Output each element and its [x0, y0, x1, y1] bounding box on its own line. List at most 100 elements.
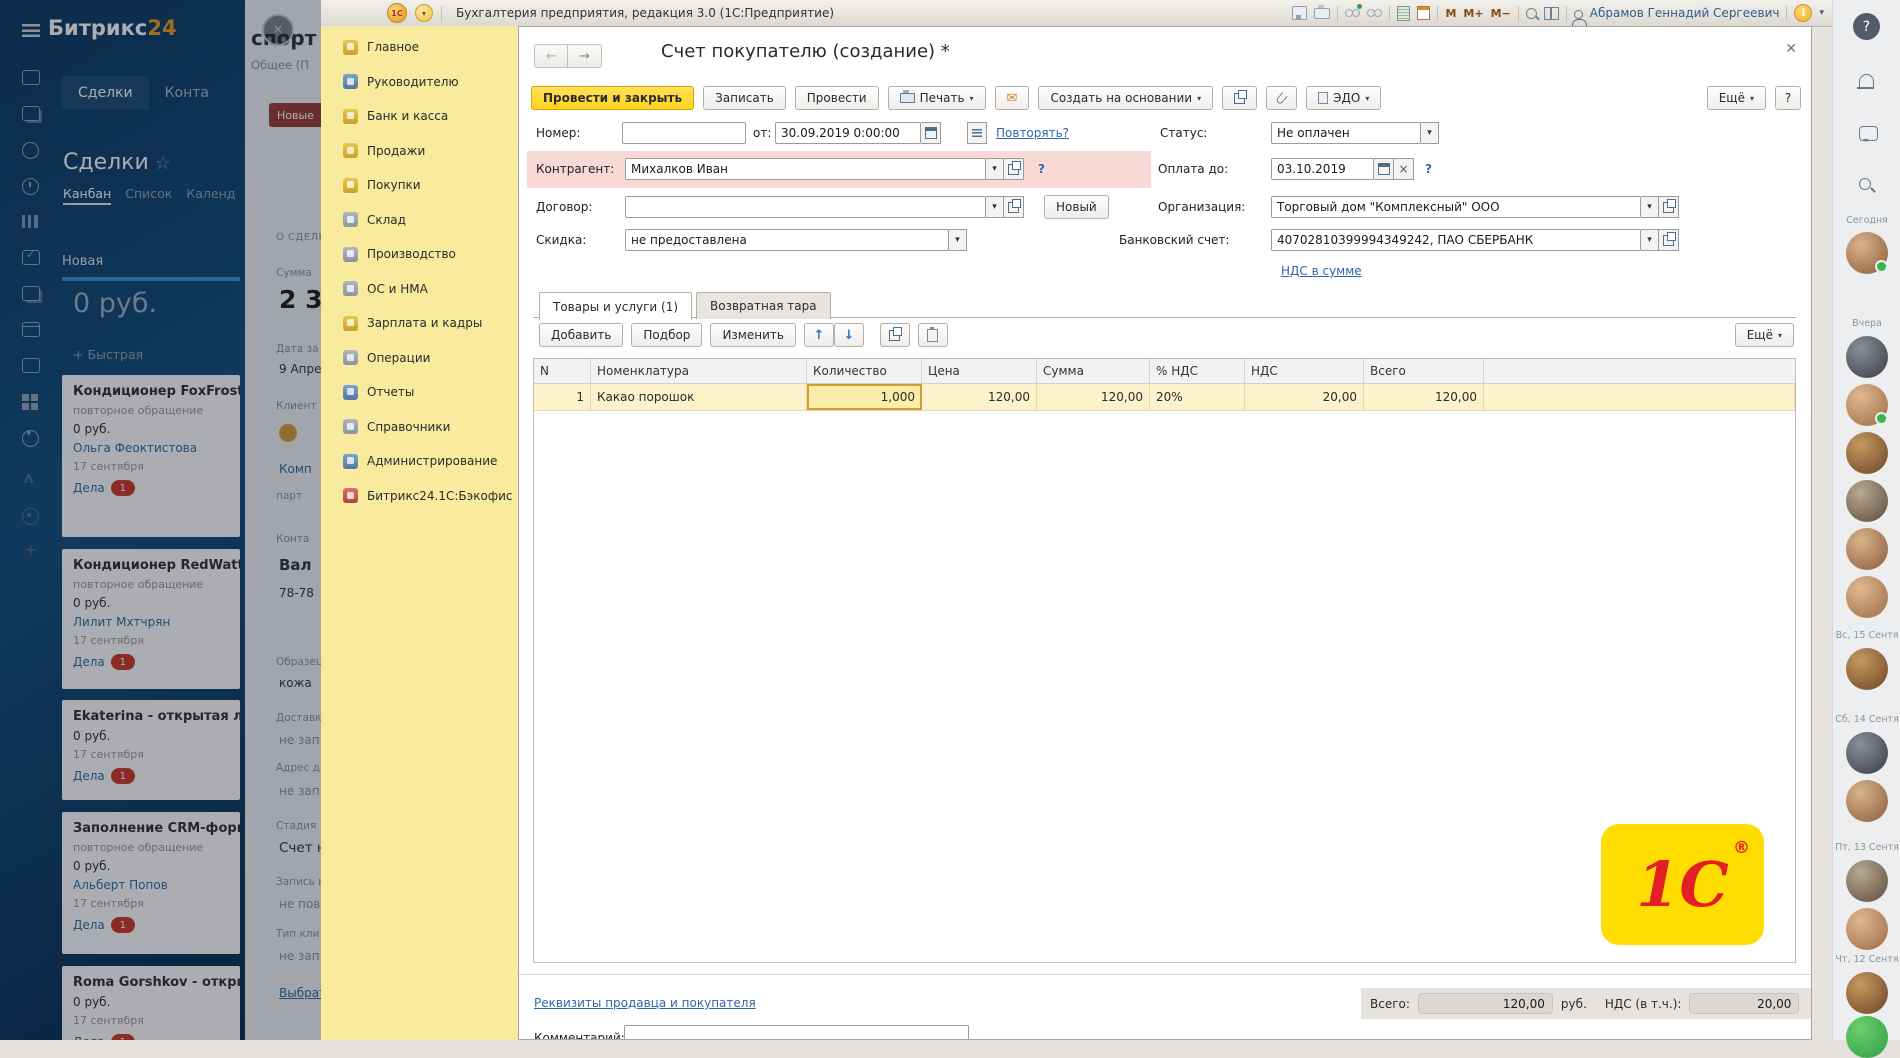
notifications-bell-icon[interactable]: [1859, 74, 1874, 87]
avatar[interactable]: [1846, 384, 1888, 426]
items-more-button[interactable]: Ещё: [1735, 323, 1794, 347]
avatar[interactable]: [1846, 336, 1888, 378]
move-up-button[interactable]: [804, 323, 834, 347]
avatar[interactable]: [1846, 432, 1888, 474]
copy-row-button[interactable]: [880, 323, 910, 347]
schedule-list-button[interactable]: [967, 122, 987, 144]
avatar[interactable]: [1846, 528, 1888, 570]
bank-account-input[interactable]: 40702810399994349242, ПАО СБЕРБАНК: [1271, 229, 1641, 251]
menu-item-fixed-assets[interactable]: ОС и НМА: [321, 272, 518, 307]
avatar[interactable]: [1846, 972, 1888, 1014]
discount-dropdown-button[interactable]: [949, 229, 967, 251]
deal-card[interactable]: Кондиционер FoxFrost+ 1 повторное обраще…: [62, 375, 240, 537]
comment-input[interactable]: [624, 1025, 969, 1040]
avatar[interactable]: [1846, 648, 1888, 690]
col-nomenclature[interactable]: Номенклатура: [591, 359, 807, 383]
discount-select[interactable]: не предоставлена: [625, 229, 949, 251]
back-icon[interactable]: [534, 44, 569, 68]
bank-account-open-button[interactable]: [1659, 229, 1679, 251]
chart-icon[interactable]: [22, 215, 38, 228]
contract-open-button[interactable]: [1004, 196, 1024, 218]
new-contract-button[interactable]: Новый: [1044, 195, 1109, 219]
split-view-icon[interactable]: [1544, 7, 1559, 20]
deal-stage-button[interactable]: Новые: [269, 103, 321, 127]
col-vat-pct[interactable]: % НДС: [1150, 359, 1245, 383]
repeat-link[interactable]: Повторять?: [996, 126, 1069, 140]
get-link-icon[interactable]: [1367, 9, 1382, 17]
pay-until-clear-button[interactable]: [1394, 158, 1414, 180]
send-email-button[interactable]: [995, 86, 1030, 110]
contragent-open-button[interactable]: [1004, 158, 1024, 180]
window-icon[interactable]: [22, 358, 40, 373]
pay-until-help-link[interactable]: ?: [1425, 162, 1432, 176]
print-button[interactable]: Печать: [888, 86, 986, 110]
tab-deals[interactable]: Сделки: [62, 76, 149, 110]
pick-button[interactable]: Подбор: [631, 323, 702, 347]
menu-item-salary-hr[interactable]: Зарплата и кадры: [321, 306, 518, 341]
menu-item-reports[interactable]: Отчеты: [321, 375, 518, 410]
menu-item-sales[interactable]: Продажи: [321, 134, 518, 169]
contragent-input[interactable]: Михалков Иван: [625, 158, 986, 180]
col-n[interactable]: N: [534, 359, 591, 383]
status-dropdown-button[interactable]: [1421, 122, 1439, 144]
organization-open-button[interactable]: [1659, 196, 1679, 218]
avatar[interactable]: [1846, 780, 1888, 822]
tab-contacts[interactable]: Конта: [149, 76, 225, 110]
quantity-cell-selected[interactable]: 1,000: [807, 384, 922, 410]
titlebar-caret-icon[interactable]: [1819, 8, 1824, 18]
deal-card[interactable]: Ekaterina - открытая лин 0 руб. 17 сентя…: [62, 700, 240, 800]
menu-item-catalogs[interactable]: Справочники: [321, 410, 518, 445]
feed-icon[interactable]: [22, 106, 40, 121]
info-icon[interactable]: [1794, 4, 1812, 22]
memory-mminus-button[interactable]: M−: [1491, 7, 1511, 20]
post-and-close-button[interactable]: Провести и закрыть: [531, 86, 694, 110]
main-menu-caret-icon[interactable]: [415, 4, 433, 22]
contract-input[interactable]: [625, 196, 986, 218]
menu-item-purchases[interactable]: Покупки: [321, 168, 518, 203]
menu-item-bank-cash[interactable]: Банк и касса: [321, 99, 518, 134]
deal-card[interactable]: Roma Gorshkov - открыта 0 руб. 17 сентяб…: [62, 966, 240, 1040]
calendar-icon[interactable]: [1417, 6, 1430, 20]
deal-card[interactable]: Кондиционер RedWatts 6 повторное обращен…: [62, 549, 240, 689]
menu-hamburger-icon[interactable]: [22, 24, 40, 37]
slider-close-button[interactable]: [262, 14, 294, 46]
table-row[interactable]: 1 Какао порошок 1,000 120,00 120,00 20% …: [534, 384, 1795, 411]
memory-m-button[interactable]: M: [1445, 7, 1456, 20]
organization-dropdown-button[interactable]: [1641, 196, 1659, 218]
zoom-icon[interactable]: [1526, 8, 1537, 19]
avatar[interactable]: [1846, 232, 1888, 274]
kanban-stage-title[interactable]: Новая: [62, 254, 103, 269]
pay-until-calendar-button[interactable]: [1374, 158, 1394, 180]
tab-returnable-tare[interactable]: Возвратная тара: [696, 292, 831, 319]
print-icon[interactable]: [1314, 8, 1330, 19]
onec-app-icon[interactable]: 1С: [387, 3, 407, 23]
status-select[interactable]: Не оплачен: [1271, 122, 1421, 144]
move-down-button[interactable]: [834, 323, 864, 347]
view-list[interactable]: Список: [125, 186, 172, 205]
kanban-quick-add[interactable]: + Быстрая: [73, 347, 143, 362]
view-kanban[interactable]: Канбан: [63, 186, 111, 205]
save-button[interactable]: Записать: [703, 86, 786, 110]
favorite-star-icon[interactable]: ☆: [155, 153, 171, 174]
settings-gear-icon[interactable]: [22, 508, 39, 525]
deal-card[interactable]: Заполнение CRM-формы повторное обращение…: [62, 812, 240, 954]
date-input[interactable]: 30.09.2019 0:00:00: [775, 122, 921, 144]
form-close-icon[interactable]: [1785, 41, 1797, 57]
layers-icon[interactable]: [22, 286, 40, 301]
desktop-icon[interactable]: [22, 70, 40, 85]
col-total[interactable]: Всего: [1364, 359, 1484, 383]
pay-until-input[interactable]: 03.10.2019: [1271, 158, 1374, 180]
green-avatar[interactable]: [1846, 1016, 1888, 1058]
help-button[interactable]: ?: [1775, 86, 1801, 110]
more-button[interactable]: Ещё: [1707, 86, 1766, 110]
edit-button[interactable]: Изменить: [710, 323, 796, 347]
col-vat[interactable]: НДС: [1245, 359, 1364, 383]
menu-item-main[interactable]: Главное: [321, 30, 518, 65]
current-user[interactable]: Абрамов Геннадий Сергеевич: [1590, 6, 1780, 20]
avatar[interactable]: [1846, 908, 1888, 950]
memory-mplus-button[interactable]: M+: [1463, 7, 1483, 20]
help-icon[interactable]: [1853, 13, 1880, 40]
avatar[interactable]: [1846, 480, 1888, 522]
apps-grid-icon[interactable]: [22, 394, 38, 410]
time-icon[interactable]: [22, 178, 39, 195]
